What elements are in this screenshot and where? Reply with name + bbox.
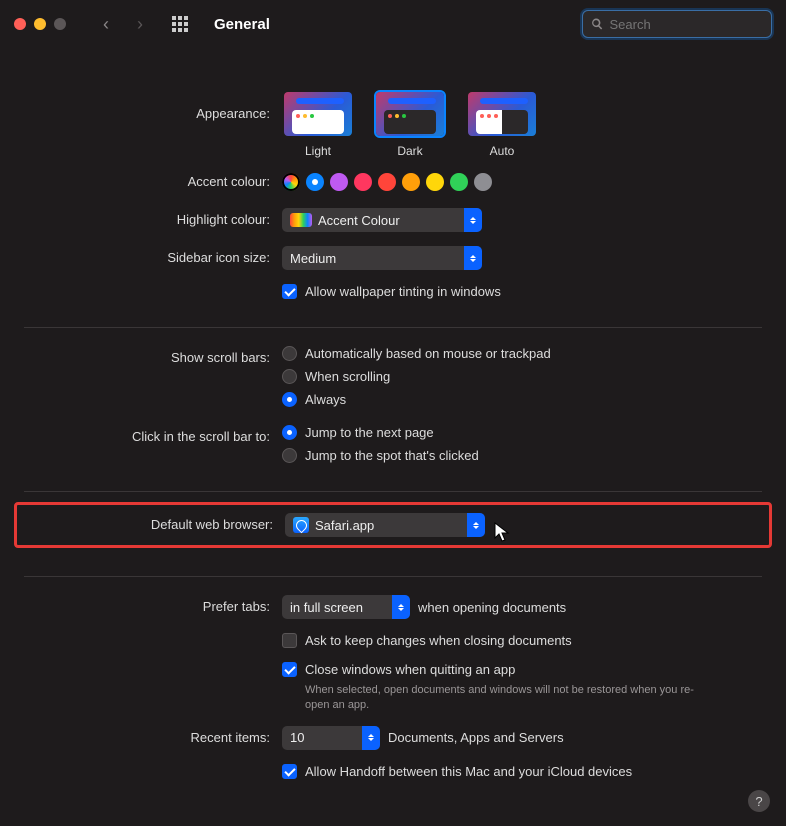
auto-thumbnail: [466, 90, 538, 138]
annotation-highlight: Default web browser: Safari.app: [14, 502, 772, 548]
default-browser-label: Default web browser:: [27, 511, 285, 539]
scrollbars-always-label: Always: [305, 392, 346, 407]
search-icon: [591, 17, 604, 31]
accent-blue[interactable]: [306, 173, 324, 191]
click-scroll-spot-radio[interactable]: [282, 448, 297, 463]
close-windows-subtext: When selected, open documents and window…: [305, 683, 705, 714]
recent-value: 10: [290, 730, 304, 745]
accent-label: Accent colour:: [24, 168, 282, 196]
click-scroll-next-radio[interactable]: [282, 425, 297, 440]
accent-yellow[interactable]: [426, 173, 444, 191]
appearance-options: Light Dark Auto: [282, 90, 762, 158]
dark-thumbnail: [374, 90, 446, 138]
scrollbars-auto-radio[interactable]: [282, 346, 297, 361]
click-scroll-label: Click in the scroll bar to:: [24, 423, 282, 451]
default-browser-value: Safari.app: [315, 518, 374, 533]
back-button[interactable]: ‹: [94, 14, 118, 35]
chevron-updown-icon: [362, 726, 380, 750]
appearance-dark-label: Dark: [397, 144, 422, 158]
scrollbars-auto-label: Automatically based on mouse or trackpad: [305, 346, 551, 361]
appearance-dark[interactable]: Dark: [374, 90, 446, 158]
sidebar-size-label: Sidebar icon size:: [24, 244, 282, 272]
scrollbars-scrolling-radio[interactable]: [282, 369, 297, 384]
help-button[interactable]: ?: [748, 790, 770, 812]
recent-suffix: Documents, Apps and Servers: [388, 730, 564, 745]
scrollbars-label: Show scroll bars:: [24, 344, 282, 372]
chevron-updown-icon: [392, 595, 410, 619]
click-scroll-spot-label: Jump to the spot that's clicked: [305, 448, 479, 463]
light-thumbnail: [282, 90, 354, 138]
minimize-window-button[interactable]: [34, 18, 46, 30]
ask-changes-label: Ask to keep changes when closing documen…: [305, 633, 572, 648]
search-input[interactable]: [610, 17, 764, 32]
content: Appearance: Light Dark Auto: [0, 50, 786, 807]
scrollbars-always-radio[interactable]: [282, 392, 297, 407]
recent-label: Recent items:: [24, 724, 282, 752]
appearance-light[interactable]: Light: [282, 90, 354, 158]
system-preferences-general: ‹ › General Appearance: Light: [0, 0, 786, 826]
prefer-tabs-suffix: when opening documents: [418, 600, 566, 615]
accent-multicolor[interactable]: [282, 173, 300, 191]
zoom-window-button[interactable]: [54, 18, 66, 30]
window-controls: [14, 18, 66, 30]
search-field[interactable]: [582, 10, 772, 38]
highlight-select[interactable]: Accent Colour: [282, 208, 482, 232]
accent-orange[interactable]: [402, 173, 420, 191]
show-all-icon[interactable]: [172, 16, 188, 32]
highlight-value: Accent Colour: [318, 213, 400, 228]
forward-button[interactable]: ›: [128, 14, 152, 35]
click-scroll-next-label: Jump to the next page: [305, 425, 434, 440]
sidebar-size-value: Medium: [290, 251, 336, 266]
close-window-button[interactable]: [14, 18, 26, 30]
chevron-updown-icon: [464, 246, 482, 270]
prefer-tabs-value: in full screen: [290, 600, 363, 615]
accent-red[interactable]: [378, 173, 396, 191]
chevron-updown-icon: [467, 513, 485, 537]
accent-purple[interactable]: [330, 173, 348, 191]
scrollbars-scrolling-label: When scrolling: [305, 369, 390, 384]
appearance-light-label: Light: [305, 144, 331, 158]
titlebar: ‹ › General: [0, 0, 786, 50]
default-browser-select[interactable]: Safari.app: [285, 513, 485, 537]
sidebar-size-select[interactable]: Medium: [282, 246, 482, 270]
close-windows-label: Close windows when quitting an app: [305, 662, 515, 677]
highlight-label: Highlight colour:: [24, 206, 282, 234]
handoff-checkbox[interactable]: [282, 764, 297, 779]
prefer-tabs-select[interactable]: in full screen: [282, 595, 410, 619]
appearance-auto[interactable]: Auto: [466, 90, 538, 158]
wallpaper-tint-label: Allow wallpaper tinting in windows: [305, 284, 501, 299]
safari-icon: [293, 517, 309, 533]
prefer-tabs-label: Prefer tabs:: [24, 593, 282, 621]
accent-pink[interactable]: [354, 173, 372, 191]
appearance-label: Appearance:: [24, 90, 282, 138]
window-title: General: [214, 16, 270, 33]
gradient-icon: [290, 213, 312, 227]
chevron-updown-icon: [464, 208, 482, 232]
accent-graphite[interactable]: [474, 173, 492, 191]
ask-changes-checkbox[interactable]: [282, 633, 297, 648]
wallpaper-tint-checkbox[interactable]: [282, 284, 297, 299]
accent-swatches: [282, 173, 762, 191]
appearance-auto-label: Auto: [490, 144, 515, 158]
accent-green[interactable]: [450, 173, 468, 191]
handoff-label: Allow Handoff between this Mac and your …: [305, 764, 632, 779]
close-windows-checkbox[interactable]: [282, 662, 297, 677]
recent-select[interactable]: 10: [282, 726, 380, 750]
